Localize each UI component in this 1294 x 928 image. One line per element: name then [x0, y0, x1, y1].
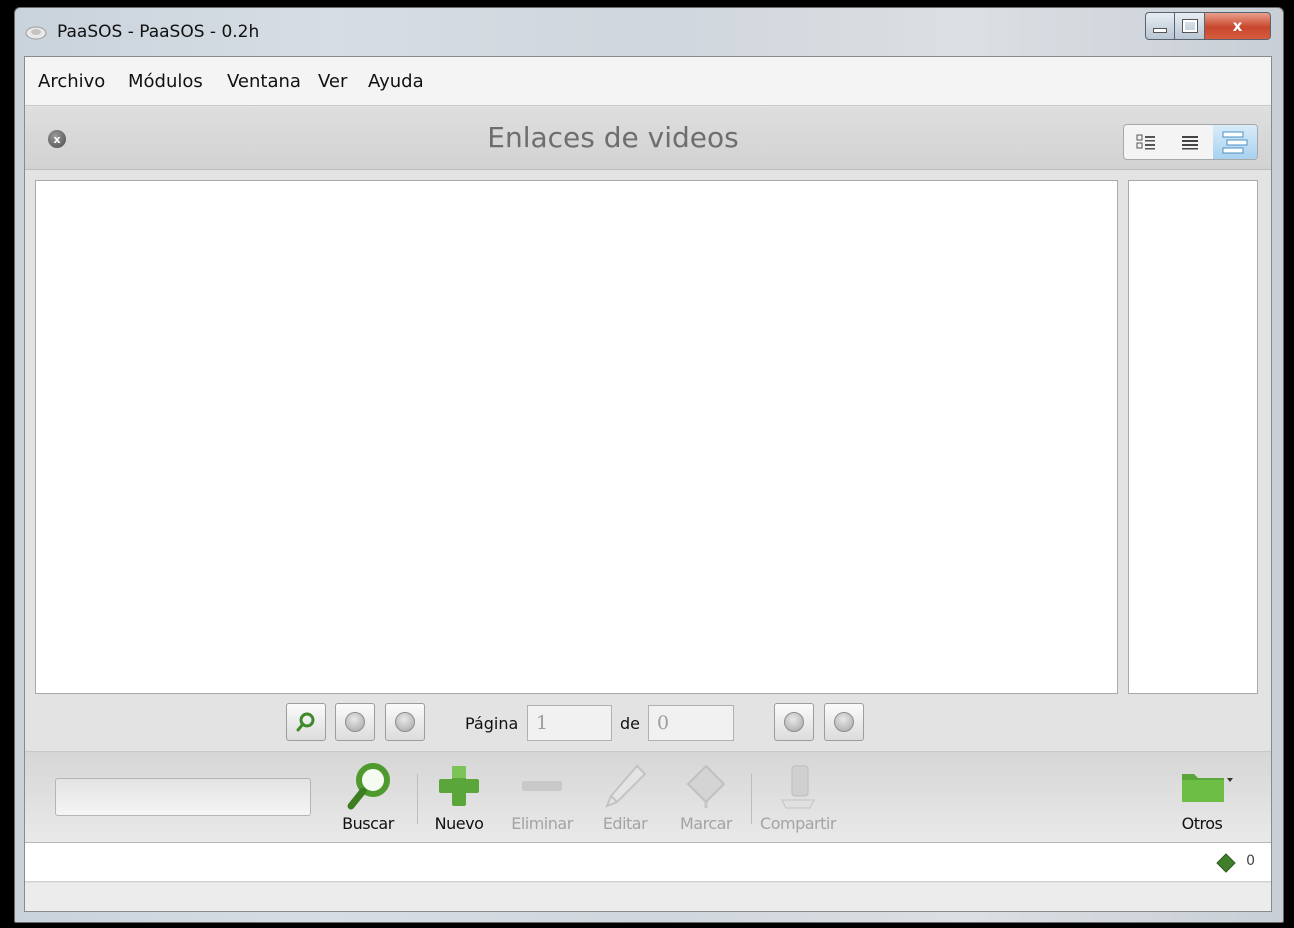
- folder-dropdown-icon: [1182, 774, 1233, 802]
- status-count: 0: [1246, 853, 1255, 869]
- menu-bar: Archivo Módulos Ventana Ver Ayuda: [25, 57, 1271, 106]
- title-bar[interactable]: PaaSOS - PaaSOS - 0.2h x: [15, 8, 1283, 56]
- minimize-icon: [1153, 27, 1167, 33]
- last-page-button[interactable]: [824, 703, 864, 741]
- eliminar-button: Eliminar: [497, 756, 587, 840]
- pagination-bar: Página 1 de 0: [25, 699, 1271, 749]
- magnifier-icon: [296, 712, 315, 732]
- tree-view-icon: [1222, 131, 1248, 154]
- menu-archivo[interactable]: Archivo: [38, 71, 105, 92]
- view-mode-toggle: [1123, 124, 1258, 160]
- list-view-icon: [1182, 136, 1199, 150]
- list-view-button[interactable]: [1168, 125, 1212, 159]
- marcar-button: Marcar: [661, 756, 751, 840]
- pager-search-button[interactable]: [286, 703, 326, 741]
- next-page-button[interactable]: [774, 703, 814, 741]
- otros-button[interactable]: Otros: [1157, 756, 1247, 840]
- close-icon: x: [1232, 17, 1243, 35]
- pencil-icon: [605, 764, 647, 808]
- side-panel[interactable]: [1128, 180, 1258, 694]
- previous-page-button[interactable]: [385, 703, 425, 741]
- toolbar-divider: [751, 774, 752, 824]
- search-icon: [347, 763, 390, 810]
- page-number-input[interactable]: 1: [527, 705, 612, 741]
- module-header: x Enlaces de videos: [25, 107, 1271, 170]
- tag-counter-icon: [1216, 853, 1236, 873]
- app-icon: [25, 26, 47, 40]
- editar-label: Editar: [602, 814, 648, 833]
- minimize-button[interactable]: [1145, 12, 1175, 40]
- remove-icon: [522, 781, 562, 791]
- first-page-button[interactable]: [335, 703, 375, 741]
- compartir-label: Compartir: [760, 814, 836, 833]
- module-title: Enlaces de videos: [487, 121, 739, 154]
- tag-icon: [686, 764, 726, 808]
- window-title: PaaSOS - PaaSOS - 0.2h: [57, 22, 260, 42]
- menu-ver[interactable]: Ver: [318, 71, 347, 92]
- maximize-button[interactable]: [1175, 12, 1205, 40]
- total-pages-field: 0: [648, 705, 734, 741]
- action-toolbar: Buscar Nuevo Eliminar Editar Marcar Comp…: [25, 751, 1271, 843]
- details-view-button[interactable]: [1124, 125, 1168, 159]
- page-label: Página: [465, 714, 519, 733]
- search-input[interactable]: [55, 778, 311, 816]
- menu-ventana[interactable]: Ventana: [227, 71, 301, 92]
- next-page-icon: [784, 712, 804, 732]
- nuevo-label: Nuevo: [434, 814, 484, 833]
- tree-view-button[interactable]: [1212, 125, 1257, 159]
- menu-ayuda[interactable]: Ayuda: [368, 71, 424, 92]
- menu-modulos[interactable]: Módulos: [128, 71, 203, 92]
- maximize-icon: [1181, 19, 1198, 33]
- records-list-panel[interactable]: [35, 180, 1118, 694]
- close-window-button[interactable]: x: [1205, 12, 1271, 40]
- of-label: de: [620, 714, 640, 733]
- otros-label: Otros: [1181, 814, 1223, 833]
- compartir-button: Compartir: [753, 756, 843, 840]
- marcar-label: Marcar: [679, 814, 733, 833]
- app-window: PaaSOS - PaaSOS - 0.2h x Archivo Módulos…: [14, 7, 1284, 923]
- buscar-button[interactable]: Buscar: [323, 756, 413, 840]
- client-area: Archivo Módulos Ventana Ver Ayuda x Enla…: [24, 56, 1272, 912]
- window-controls: x: [1145, 12, 1271, 42]
- bottom-strip: [25, 883, 1271, 911]
- eliminar-label: Eliminar: [511, 814, 573, 833]
- editar-button: Editar: [580, 756, 670, 840]
- status-bar: 0: [25, 843, 1271, 882]
- last-page-icon: [834, 712, 854, 732]
- add-icon: [439, 766, 479, 806]
- buscar-label: Buscar: [342, 814, 394, 833]
- share-icon: [781, 765, 815, 809]
- first-page-icon: [345, 712, 365, 732]
- details-view-icon: [1136, 134, 1156, 150]
- previous-page-icon: [395, 712, 415, 732]
- nuevo-button[interactable]: Nuevo: [414, 756, 504, 840]
